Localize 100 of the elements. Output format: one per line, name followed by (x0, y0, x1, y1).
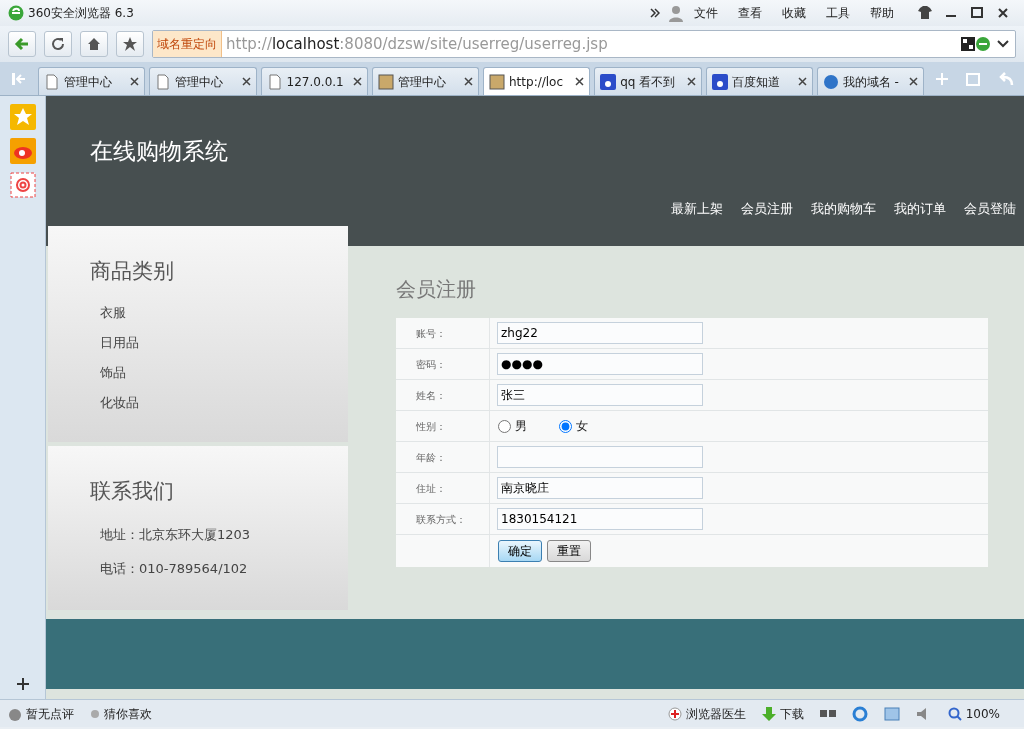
tab-title: 管理中心 (175, 73, 225, 91)
radio-button[interactable] (559, 419, 572, 433)
menu-item[interactable]: 查看 (728, 4, 772, 22)
tab-icon (377, 73, 394, 90)
browser-tab[interactable]: http://loc (483, 67, 591, 95)
url-text: http://localhost:8080/dzsw/site/userreg/userreg.jsp (226, 33, 609, 55)
tab-title: 127.0.0.1 (286, 73, 345, 91)
tab-title: 管理中心 (64, 73, 113, 91)
field-label: 联系方式： (396, 504, 490, 534)
nav-link[interactable]: 我的订单 (894, 198, 946, 218)
weibo-icon[interactable] (9, 138, 36, 164)
home-icon (86, 36, 102, 52)
browser-tab[interactable]: qq 看不到 (594, 67, 702, 95)
browser-tab[interactable]: 127.0.0.1 (260, 67, 368, 95)
window-title: 360安全浏览器 6.3 (28, 5, 134, 22)
radio-option[interactable]: 女 (559, 417, 588, 435)
close-icon[interactable] (909, 77, 918, 86)
caret-icon[interactable] (997, 40, 1009, 48)
home-button[interactable] (80, 31, 108, 57)
menu-item[interactable]: 工具 (816, 4, 860, 22)
field-label: 年龄： (396, 442, 490, 472)
input-field[interactable]: 张三 (497, 384, 703, 406)
tab-icon (822, 73, 839, 90)
form-title: 会员注册 (396, 276, 477, 303)
rating-text[interactable]: 暂无点评 (26, 704, 74, 723)
back-button[interactable] (8, 31, 36, 57)
browser-tab[interactable]: 管理中心 (38, 67, 146, 95)
nav-link[interactable]: 会员注册 (741, 198, 793, 218)
tab-icon (489, 73, 505, 90)
form-button[interactable]: 确定 (498, 540, 542, 562)
tab-title: qq 看不到 (620, 73, 677, 91)
close-icon[interactable] (797, 77, 807, 86)
qr-code-icon[interactable] (961, 37, 975, 51)
browser-logo-icon (8, 5, 24, 21)
input-field[interactable]: 南京晓庄 (497, 477, 703, 499)
close-icon[interactable] (130, 77, 140, 86)
recommend-link[interactable]: 猜你喜欢 (104, 704, 152, 723)
browser-tab[interactable]: 百度知道 (705, 67, 813, 95)
refresh-button[interactable] (44, 31, 72, 57)
download-link[interactable]: 下载 (779, 704, 804, 723)
category-link[interactable]: 日用品 (48, 328, 348, 358)
input-field[interactable] (497, 446, 703, 468)
back-icon (14, 36, 30, 52)
menu-item[interactable]: 帮助 (860, 4, 904, 22)
glasses-icon[interactable] (819, 708, 836, 719)
site-title: 在线购物系统 (89, 137, 229, 166)
close-icon[interactable] (352, 77, 362, 86)
menu-item[interactable]: 收藏 (772, 4, 816, 22)
zoom-level[interactable]: 100% (965, 704, 1016, 723)
radio-option[interactable]: 男 (498, 417, 527, 435)
contact-heading: 联系我们 (89, 478, 175, 505)
close-icon[interactable] (241, 77, 251, 86)
category-link[interactable]: 化妆品 (48, 388, 348, 418)
tab-icon (44, 73, 60, 90)
magnifier-icon[interactable] (947, 706, 962, 721)
tab-icon (711, 73, 728, 90)
tab-title: 管理中心 (397, 73, 447, 91)
browser-tab[interactable]: 管理中心 (149, 67, 257, 95)
tab-title: http://loc (509, 73, 565, 91)
field-label: 密码： (396, 349, 490, 379)
browser-tab[interactable]: 我的域名 - (816, 67, 924, 95)
contact-text: 电话：010-789564/102 (99, 560, 249, 578)
tab-title: 百度知道 (731, 73, 781, 91)
favorite-button[interactable] (116, 31, 144, 57)
contact-text: 地址：北京东环大厦1203 (99, 526, 252, 544)
radio-button[interactable] (498, 419, 511, 433)
input-field[interactable]: zhg22 (497, 322, 703, 344)
refresh-icon (50, 36, 66, 52)
field-label: 性别： (396, 411, 490, 441)
close-icon[interactable] (464, 77, 473, 86)
ie-icon[interactable] (851, 705, 868, 722)
sidebar-toggle-icon[interactable] (12, 72, 26, 85)
tab-icon (600, 73, 617, 90)
close-icon[interactable] (575, 77, 585, 86)
address-bar[interactable]: 域名重定向 http://localhost:8080/dzsw/site/userreg/userreg.jsp (152, 30, 1016, 58)
user-icon[interactable] (668, 4, 684, 22)
plus-icon[interactable] (15, 677, 30, 691)
favorite-icon (122, 36, 138, 52)
tab-icon (266, 73, 283, 90)
medical-cross-icon[interactable] (667, 706, 682, 721)
form-button[interactable]: 重置 (547, 540, 591, 562)
tab-icon (155, 73, 172, 90)
field-label: 姓名： (396, 380, 490, 410)
field-label: 住址： (396, 473, 490, 503)
nav-link[interactable]: 我的购物车 (811, 198, 876, 218)
category-link[interactable]: 衣服 (48, 298, 348, 328)
close-icon[interactable] (686, 77, 696, 86)
nav-link[interactable]: 会员登陆 (964, 198, 1016, 218)
redirect-label[interactable]: 域名重定向 (153, 31, 222, 57)
menu-item[interactable]: 文件 (684, 4, 728, 22)
browser-tab[interactable]: 管理中心 (371, 67, 479, 95)
input-field[interactable]: 1830154121 (497, 508, 703, 530)
input-field[interactable]: ●●●● (497, 353, 703, 375)
field-label: 账号： (396, 318, 490, 348)
double-chevron-icon[interactable] (650, 8, 660, 18)
category-link[interactable]: 饰品 (48, 358, 348, 388)
dot-icon (90, 708, 100, 719)
nav-link[interactable]: 最新上架 (671, 198, 723, 218)
doctor-link[interactable]: 浏览器医生 (685, 704, 746, 723)
category-heading: 商品类别 (89, 258, 175, 285)
